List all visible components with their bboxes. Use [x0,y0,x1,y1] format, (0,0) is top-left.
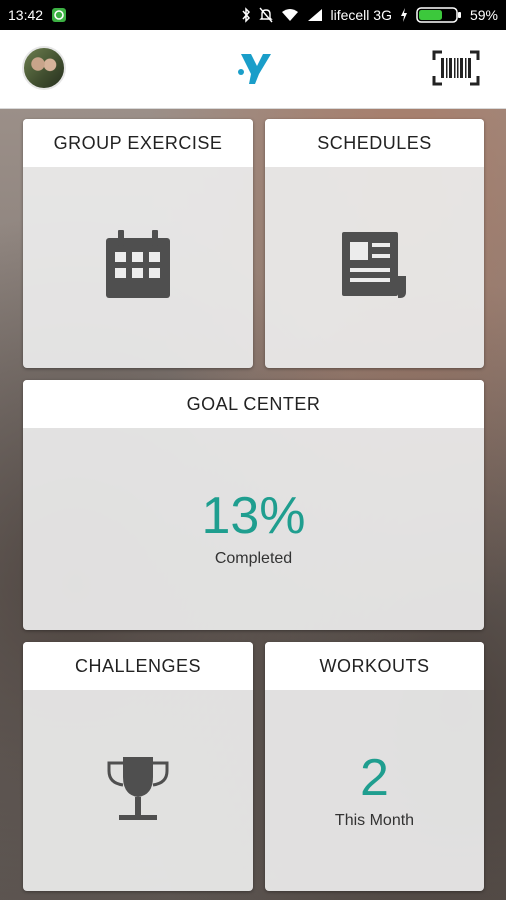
app-bar [0,30,506,109]
bluetooth-icon [241,7,251,23]
card-title: GOAL CENTER [23,380,484,428]
card-title: WORKOUTS [265,642,484,690]
mute-bell-icon [258,7,273,23]
group-exercise-card[interactable]: GROUP EXERCISE [23,119,253,368]
challenges-card[interactable]: CHALLENGES [23,642,253,891]
avatar[interactable] [22,46,66,90]
status-time: 13:42 [8,7,44,23]
ymca-logo-icon [233,52,273,86]
workouts-count: 2 [360,748,389,807]
status-bar: 13:42 lifecell 3G 59% [0,0,506,30]
workouts-card[interactable]: WORKOUTS 2 This Month [265,642,484,891]
wifi-icon [281,8,299,22]
status-battery: 59% [469,7,498,23]
workouts-caption: This Month [334,811,415,829]
goal-progress-value: 13% [201,487,306,545]
schedules-card[interactable]: SCHEDULES [265,119,484,368]
goal-center-card[interactable]: GOAL CENTER 13% Completed [23,380,484,630]
barcode-icon[interactable] [432,50,480,86]
battery-icon [416,6,462,24]
trophy-icon [105,755,171,826]
document-icon [340,232,410,303]
notification-icon [51,7,67,23]
status-carrier: lifecell 3G [330,7,392,23]
goal-progress-caption: Completed [214,550,293,567]
card-title: GROUP EXERCISE [23,119,253,167]
signal-icon [307,8,323,22]
charging-icon [400,8,408,22]
calendar-icon [104,230,172,305]
card-title: SCHEDULES [265,119,484,167]
card-title: CHALLENGES [23,642,253,690]
